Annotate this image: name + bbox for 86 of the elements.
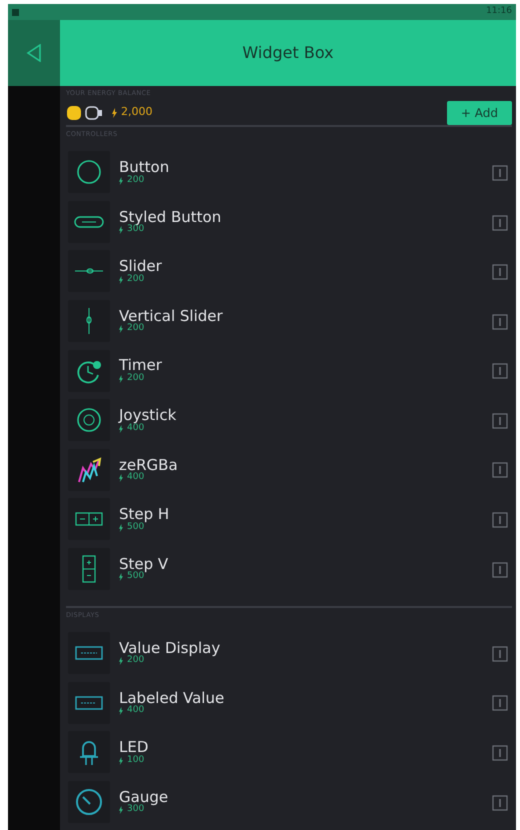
timer-icon: [77, 360, 101, 383]
widget-tile[interactable]: [68, 399, 110, 442]
pill-button-icon: [74, 216, 104, 228]
widget-price: 400: [127, 473, 144, 484]
info-icon[interactable]: [492, 214, 508, 231]
info-icon[interactable]: [492, 646, 508, 662]
info-icon[interactable]: [492, 412, 508, 429]
info-icon[interactable]: [492, 794, 508, 811]
widget-name[interactable]: Styled Button: [119, 208, 222, 226]
widget-tile[interactable]: [68, 682, 110, 724]
widget-price: 500: [127, 522, 144, 533]
bolt-icon: [119, 657, 123, 666]
widget-price: 300: [127, 805, 144, 816]
step-vertical-icon: [82, 555, 96, 583]
info-icon[interactable]: [492, 744, 508, 761]
widget-price: 200: [127, 324, 144, 334]
widget-price: 400: [127, 424, 144, 434]
gauge-icon: [76, 788, 102, 815]
widget-name[interactable]: Gauge: [119, 788, 168, 806]
widget-name[interactable]: Step H: [119, 506, 170, 523]
widget-tile[interactable]: [68, 200, 110, 243]
widget-name[interactable]: Joystick: [119, 407, 176, 424]
widget-tile[interactable]: [68, 498, 110, 540]
info-icon[interactable]: [492, 363, 508, 380]
energy-amount: 2,000: [121, 104, 152, 120]
joystick-icon: [77, 408, 101, 432]
slider-icon: [74, 268, 104, 274]
info-icon[interactable]: [492, 314, 508, 330]
back-icon: [26, 44, 42, 62]
widget-tile[interactable]: [68, 448, 110, 491]
bolt-icon: [119, 524, 123, 532]
labeled-value-icon: [75, 696, 103, 710]
header-title: Widget Box: [242, 42, 334, 64]
bolt-icon: [112, 108, 117, 118]
widget-price: 200: [127, 656, 144, 666]
bolt-icon: [119, 706, 123, 715]
bolt-icon: [119, 573, 123, 582]
bolt-icon: [119, 806, 123, 814]
info-icon[interactable]: [492, 695, 508, 712]
widget-price: 300: [127, 225, 144, 236]
vertical-slider-icon: [86, 308, 92, 335]
add-button[interactable]: + Add: [446, 100, 512, 124]
widget-name[interactable]: Vertical Slider: [119, 308, 223, 324]
widget-name[interactable]: Labeled Value: [119, 690, 224, 706]
led-icon: [80, 741, 98, 766]
notification-icon: [12, 8, 19, 16]
widget-name[interactable]: zeRGBa: [119, 456, 178, 474]
widget-name[interactable]: Step V: [119, 556, 168, 572]
battery-icon: [66, 104, 104, 122]
widget-tile[interactable]: [68, 350, 110, 392]
info-icon[interactable]: [492, 562, 508, 578]
widget-name[interactable]: Button: [119, 159, 170, 176]
bolt-icon: [119, 325, 123, 334]
widget-tile[interactable]: [68, 250, 110, 292]
bolt-icon: [119, 226, 123, 234]
widget-price: 500: [127, 572, 144, 582]
info-icon[interactable]: [492, 462, 508, 478]
widget-tile[interactable]: [68, 151, 110, 194]
widget-tile[interactable]: [68, 632, 110, 674]
bolt-icon: [119, 474, 123, 482]
info-icon[interactable]: [492, 164, 508, 181]
info-icon[interactable]: [492, 264, 508, 280]
bolt-icon: [119, 176, 123, 185]
step-horizontal-icon: [75, 512, 103, 526]
bolt-icon: [119, 276, 123, 284]
widget-tile[interactable]: [68, 548, 110, 590]
widget-name[interactable]: Timer: [119, 357, 162, 374]
value-display-icon: [75, 646, 103, 660]
circle-icon: [77, 160, 101, 184]
widget-tile[interactable]: [68, 780, 110, 823]
widget-tile[interactable]: [68, 300, 110, 342]
widget-price: 200: [127, 176, 144, 186]
bolt-icon: [119, 756, 123, 765]
widget-tile[interactable]: [68, 731, 110, 774]
widget-price: 200: [127, 374, 144, 384]
widget-name[interactable]: Slider: [119, 258, 162, 275]
widget-price: 100: [127, 756, 144, 766]
widget-price: 400: [127, 706, 144, 716]
bolt-icon: [119, 424, 123, 432]
widget-name[interactable]: LED: [119, 739, 148, 756]
bolt-icon: [119, 374, 123, 383]
info-icon[interactable]: [492, 512, 508, 528]
widget-name[interactable]: Value Display: [119, 640, 220, 656]
widget-price: 200: [127, 274, 144, 285]
back-button[interactable]: [8, 20, 60, 86]
status-time: 11:16: [486, 5, 512, 18]
